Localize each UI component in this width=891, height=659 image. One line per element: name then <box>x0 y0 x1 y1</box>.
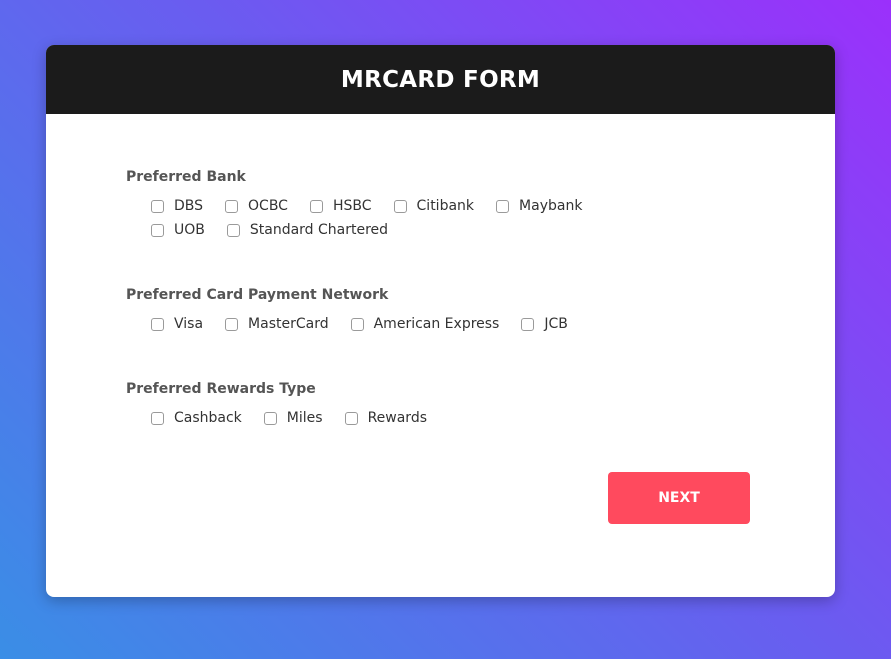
preferred-bank-group: Preferred Bank DBS OCBC HSBC Citibank Ma… <box>126 169 611 239</box>
option-mastercard[interactable]: MasterCard <box>225 315 329 333</box>
hsbc-checkbox[interactable] <box>309 199 323 213</box>
form-header: MRCARD FORM <box>46 45 835 114</box>
miles-checkbox[interactable] <box>263 411 277 425</box>
hsbc-label: HSBC <box>332 198 372 214</box>
ocbc-label: OCBC <box>248 198 288 214</box>
option-visa[interactable]: Visa <box>151 315 203 333</box>
preferred-rewards-title: Preferred Rewards Type <box>126 381 316 397</box>
maybank-label: Maybank <box>519 198 583 214</box>
maybank-checkbox[interactable] <box>496 199 510 213</box>
uob-checkbox[interactable] <box>151 223 164 237</box>
visa-checkbox[interactable] <box>151 317 164 331</box>
option-miles[interactable]: Miles <box>263 409 323 427</box>
preferred-bank-options: DBS OCBC HSBC Citibank Maybank UOB Stand… <box>151 197 611 239</box>
ocbc-checkbox[interactable] <box>225 199 239 213</box>
standard-chartered-label: Standard Chartered <box>249 222 389 238</box>
option-citibank[interactable]: Citibank <box>393 197 475 215</box>
american-express-label: American Express <box>373 316 500 332</box>
preferred-rewards-group: Preferred Rewards Type Cashback Miles Re… <box>126 381 611 427</box>
dbs-checkbox[interactable] <box>151 199 164 213</box>
miles-label: Miles <box>286 410 323 426</box>
form-title: MRCARD FORM <box>340 66 541 93</box>
option-maybank[interactable]: Maybank <box>496 197 582 215</box>
jcb-checkbox[interactable] <box>521 317 535 331</box>
uob-label: UOB <box>174 222 205 238</box>
preferred-network-options: Visa MasterCard American Express JCB <box>151 315 611 333</box>
form-card: MRCARD FORM Preferred Bank DBS OCBC HSBC <box>46 45 835 597</box>
option-rewards[interactable]: Rewards <box>344 409 427 427</box>
citibank-checkbox[interactable] <box>393 199 407 213</box>
rewards-checkbox[interactable] <box>344 411 358 425</box>
dbs-label: DBS <box>174 198 204 214</box>
option-cashback[interactable]: Cashback <box>151 409 242 427</box>
rewards-label: Rewards <box>367 410 427 426</box>
citibank-label: Citibank <box>416 198 475 214</box>
american-express-checkbox[interactable] <box>350 317 364 331</box>
preferred-bank-title: Preferred Bank <box>126 169 246 185</box>
preferred-rewards-options: Cashback Miles Rewards <box>151 409 611 427</box>
option-uob[interactable]: UOB <box>151 221 205 239</box>
option-hsbc[interactable]: HSBC <box>309 197 372 215</box>
mastercard-label: MasterCard <box>248 316 329 332</box>
option-jcb[interactable]: JCB <box>521 315 568 333</box>
standard-chartered-checkbox[interactable] <box>226 223 240 237</box>
option-ocbc[interactable]: OCBC <box>225 197 288 215</box>
option-standard-chartered[interactable]: Standard Chartered <box>226 221 389 239</box>
jcb-label: JCB <box>544 316 568 332</box>
preferred-network-title: Preferred Card Payment Network <box>126 287 389 303</box>
option-american-express[interactable]: American Express <box>350 315 500 333</box>
preferred-network-group: Preferred Card Payment Network Visa Mast… <box>126 287 611 333</box>
cashback-checkbox[interactable] <box>151 411 164 425</box>
option-dbs[interactable]: DBS <box>151 197 203 215</box>
visa-label: Visa <box>174 316 204 332</box>
cashback-label: Cashback <box>174 410 242 426</box>
mastercard-checkbox[interactable] <box>225 317 239 331</box>
next-button[interactable]: NEXT <box>608 472 750 524</box>
